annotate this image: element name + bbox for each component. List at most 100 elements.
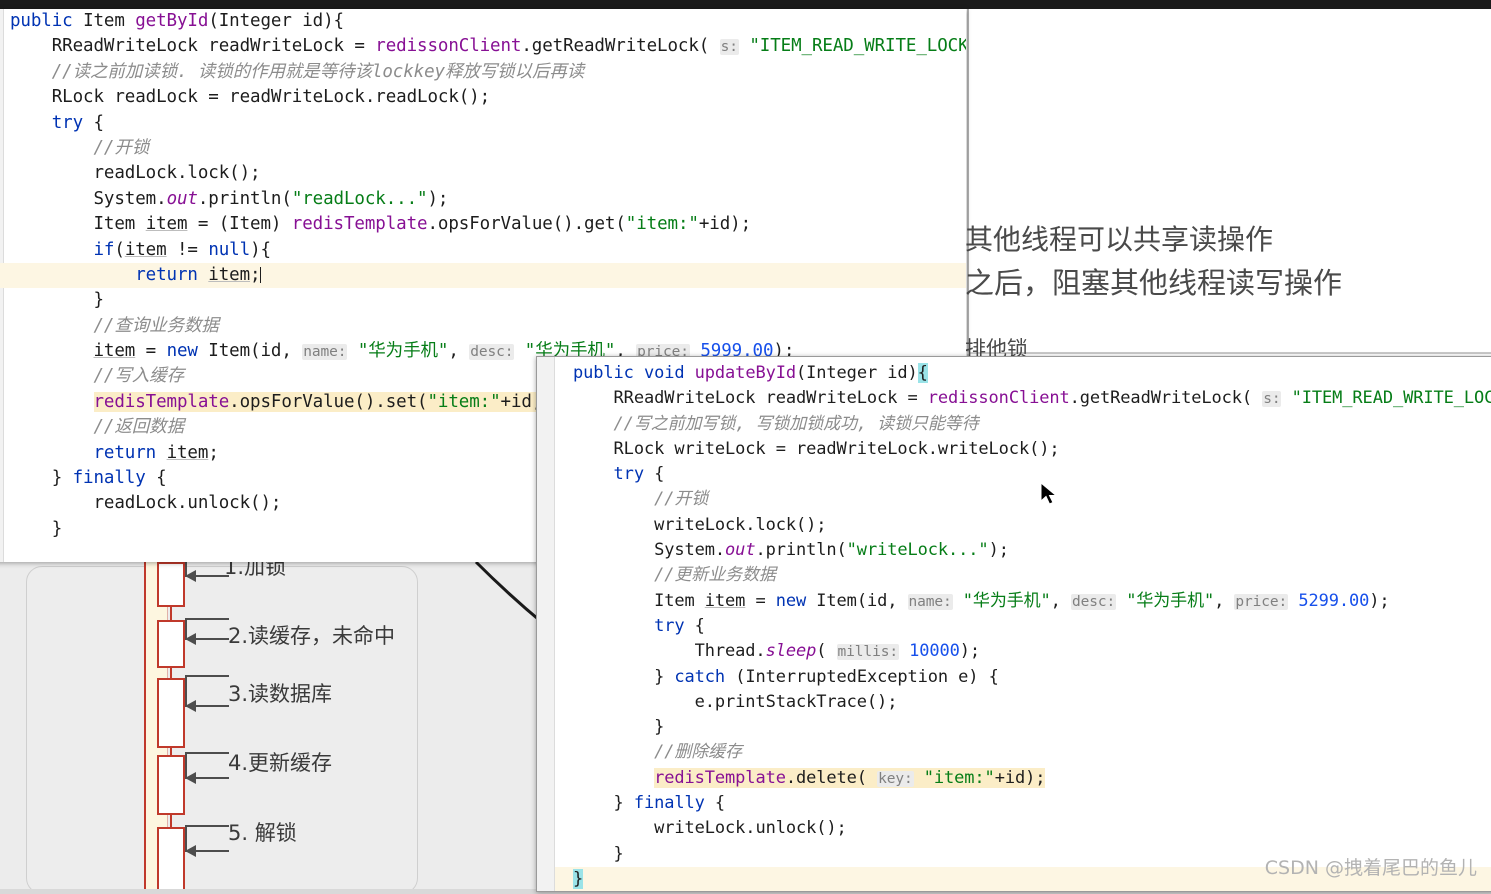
code-line[interactable]: RReadWriteLock readWriteLock = redissonC… (0, 34, 966, 59)
code-line[interactable]: System.out.println("writeLock..."); (555, 538, 1491, 563)
code-line[interactable]: Item item = new Item(id, name: "华为手机", d… (555, 589, 1491, 614)
code-token: "writeLock..." (846, 540, 989, 561)
code-token: ( (816, 641, 837, 662)
code-token: .getReadWriteLock( (1069, 388, 1263, 409)
code-line[interactable]: RReadWriteLock readWriteLock = redissonC… (555, 386, 1491, 411)
code-token: redissonClient (375, 36, 522, 57)
code-line[interactable]: RLock writeLock = readWriteLock.writeLoc… (555, 437, 1491, 462)
code-token: , (1050, 590, 1071, 611)
code-token: s: (719, 39, 739, 56)
code-token: } (51, 518, 63, 539)
code-token: ){ (250, 239, 271, 260)
code-token: ( (796, 363, 807, 383)
code-token: { (704, 793, 726, 814)
code-token: item (166, 442, 209, 463)
code-token: id) (877, 363, 918, 383)
code-token: "ITEM_READ_WRITE_LOCK" (1291, 388, 1491, 409)
code-line[interactable]: //开锁 (0, 136, 966, 161)
code-token: item (93, 341, 136, 362)
code-token: public (10, 11, 73, 31)
code-token: //读之前加读锁. 读锁的作用就是等待该lockkey释放写锁以后再读 (51, 61, 585, 82)
code-line[interactable]: readLock.lock(); (0, 161, 966, 186)
code-token: //返回数据 (93, 417, 185, 438)
code-line[interactable]: try { (555, 462, 1491, 487)
code-token: finally (633, 793, 705, 814)
code-line[interactable]: } (0, 288, 966, 313)
code-token: new (166, 341, 198, 362)
code-token: , (1214, 590, 1235, 611)
code-token: .opsForValue().get( (427, 214, 626, 235)
code-token: new (775, 590, 807, 611)
code-token: , (448, 341, 470, 362)
csdn-watermark: CSDN @拽着尾巴的鱼儿 (1264, 857, 1477, 879)
code-token: 10000 (909, 641, 960, 662)
code-line[interactable]: e.printStackTrace(); (555, 690, 1491, 715)
background-vertical-divider (967, 9, 969, 360)
code-token: { (684, 615, 705, 636)
code-token: .println( (197, 188, 292, 209)
activation-box-2 (157, 620, 185, 668)
background-horizontal-divider (967, 352, 1491, 354)
code-token: System. (93, 188, 167, 209)
code-token: return (93, 442, 157, 463)
code-token: try (51, 112, 84, 133)
code-token: ); (988, 540, 1009, 561)
code-line[interactable]: //查询业务数据 (0, 314, 966, 339)
code-token: +id); (698, 214, 752, 235)
code-line[interactable]: writeLock.unlock(); (555, 816, 1491, 841)
self-call-arrow-3 (185, 675, 229, 712)
code-line[interactable]: } (555, 715, 1491, 740)
code-token: out (725, 540, 756, 561)
code-line[interactable]: return item; (0, 262, 966, 289)
code-token: +id); (994, 767, 1046, 788)
activation-box-1 (157, 562, 185, 607)
code-line[interactable]: } finally { (555, 791, 1491, 816)
code-line[interactable]: Thread.sleep( millis: 10000); (555, 639, 1491, 664)
code-line[interactable]: try { (555, 614, 1491, 639)
code-token: .opsForValue().set( (229, 391, 428, 412)
code-line[interactable]: redisTemplate.delete( key: "item:"+id); (555, 766, 1491, 791)
code-token: ); (959, 641, 981, 662)
code-line[interactable]: //更新业务数据 (555, 563, 1491, 588)
code-token: = (745, 590, 776, 611)
code-line[interactable]: System.out.println("readLock..."); (0, 187, 966, 212)
code-line[interactable]: //删除缓存 (555, 740, 1491, 765)
code-token: System. (654, 540, 726, 561)
code-token: //更新业务数据 (654, 565, 776, 586)
code-token: "readLock..." (291, 188, 428, 209)
code-token: Thread. (694, 641, 766, 662)
code-token: "华为手机" (962, 590, 1051, 611)
code-token: RLock writeLock = readWriteLock.writeLoc… (613, 438, 1060, 459)
code-token: } (654, 666, 675, 687)
code-lines-write[interactable]: public void updateById(Integer id){ RRea… (537, 357, 1491, 891)
code-line[interactable]: } catch (InterruptedException e) { (555, 665, 1491, 690)
code-line[interactable]: //读之前加读锁. 读锁的作用就是等待该lockkey释放写锁以后再读 (0, 60, 966, 85)
code-line[interactable]: public void updateById(Integer id){ (555, 361, 1491, 386)
code-token: redissonClient (927, 388, 1070, 409)
self-call-arrow-4 (185, 752, 229, 784)
code-token: "item:" (923, 767, 995, 788)
code-line[interactable]: //写之前加写锁, 写锁加锁成功, 读锁只能等待 (555, 412, 1491, 437)
code-line[interactable]: public Item getById(Integer id){ (0, 9, 966, 34)
code-token: //开锁 (93, 137, 150, 158)
code-line[interactable]: Item item = (Item) redisTemplate.opsForV… (0, 212, 966, 237)
code-token: writeLock.lock(); (654, 514, 827, 535)
code-token: //写之前加写锁, 写锁加锁成功, 读锁只能等待 (613, 413, 979, 434)
code-line[interactable]: //开锁 (555, 487, 1491, 512)
code-token: != (166, 239, 209, 260)
code-panel-update-by-id[interactable]: public void updateById(Integer id){ RRea… (536, 356, 1491, 892)
code-line[interactable]: RLock readLock = readWriteLock.readLock(… (0, 85, 966, 110)
code-token: void (643, 363, 685, 383)
code-line[interactable]: if(item != null){ (0, 238, 966, 263)
activation-box-4 (157, 755, 185, 815)
code-line[interactable]: try { (0, 111, 966, 136)
code-line[interactable]: writeLock.lock(); (555, 513, 1491, 538)
code-token: item (145, 214, 188, 235)
code-token: s: (1262, 391, 1282, 408)
